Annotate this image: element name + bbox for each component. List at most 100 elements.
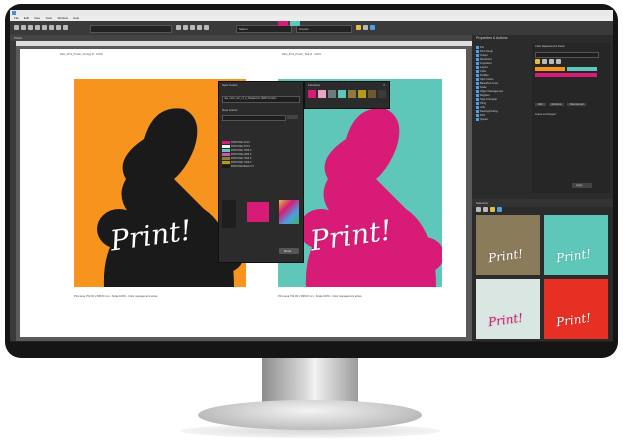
view-list-icon[interactable] [483,207,488,212]
folder-icon[interactable] [490,207,495,212]
print-icon[interactable] [35,25,40,30]
status-bar [10,341,613,342]
eyedropper-icon[interactable] [542,59,547,64]
apply-button[interactable]: Apply [572,183,592,188]
selection-thumbnails: Print! Print! Print! Print! [476,215,611,339]
rotate-icon[interactable] [176,25,181,30]
tree-item-label: Nesting/Cutting [480,109,498,113]
zoom-icon[interactable] [49,25,54,30]
open-icon[interactable] [21,25,26,30]
color-wheel-icon[interactable] [279,200,299,224]
thumbnail-1-text: Print! [487,246,524,266]
color-chip-teal [290,21,300,26]
add-color-button[interactable] [287,115,298,119]
properties-pane: Color Replacement Panel Add Remove Remov… [532,43,610,193]
toolbar: Saturn Uranus [10,21,613,35]
favorite-swatch-3[interactable] [338,90,346,98]
redo-icon[interactable] [63,25,68,30]
info-icon[interactable] [370,25,375,30]
properties-label: Color Replacement Panel [535,45,565,48]
tree-item-label: Queue [480,117,488,121]
add-button[interactable]: Add [535,103,546,106]
left-file-info: Rain_Print_Poster_Orange.tif · 100% [60,53,103,56]
tree-item-icon [476,117,479,121]
tree-item-icon [476,89,479,93]
thumbnail-2[interactable]: Print! [544,215,608,275]
done-button-label: Done [284,249,292,253]
favorite-swatch-5[interactable] [358,90,366,98]
doc-tab[interactable]: Print3 [14,36,22,40]
app-window: File Edit View Tools Window Help Saturn [10,10,613,342]
cmyk-sliders[interactable] [222,200,236,228]
remove-button[interactable]: Remove [548,103,565,106]
favorite-swatch-4[interactable] [348,90,356,98]
tree-item-label: Color [480,69,487,73]
save-icon[interactable] [28,25,33,30]
favorite-swatch-0[interactable] [308,90,316,98]
device-dropdown[interactable] [90,25,172,33]
favorites-popup: Favorites × [304,81,390,109]
queue-dropdown[interactable]: Saturn [236,25,292,33]
swatch-name: PANTONE 7465 C [231,148,252,152]
brush-icon[interactable] [549,59,554,64]
swatch-name: PANTONE Black 6 C [231,164,255,168]
favorites-swatches [308,90,386,98]
crop-icon[interactable] [197,25,202,30]
tree-item-icon [476,77,479,81]
swatch-name: PANTONE 7544 C [231,156,252,160]
fit-icon[interactable] [190,25,195,30]
thumbnail-1[interactable]: Print! [476,215,540,275]
swatch-5 [222,160,230,164]
tree-item-label: Bleed/Cut Lines [480,81,499,85]
printer-dropdown-value: Uranus [299,27,309,31]
printer-dropdown[interactable]: Uranus [296,25,352,33]
tree-item-icon [476,113,479,117]
color-chip-magenta [278,21,288,26]
grid-icon[interactable] [42,25,47,30]
tree-item-icon [476,73,479,77]
thumbnail-4-text: Print! [555,310,592,330]
highlight-icon[interactable] [356,25,361,30]
new-icon[interactable] [14,25,19,30]
mirror-icon[interactable] [183,25,188,30]
profile-dropdown[interactable]: rain_color_fan_v1_2_Shaded.icc [SIMT] Co… [222,96,300,103]
tree-item-icon [476,57,479,61]
tree-item-icon [476,105,479,109]
link-icon[interactable] [363,25,368,30]
view-grid-icon[interactable] [476,207,481,212]
color-icon[interactable] [204,25,209,30]
swatch-4 [222,156,230,160]
favorite-swatch-7[interactable] [378,90,386,98]
link-icon[interactable] [556,59,561,64]
picked-color-preview [247,202,269,222]
tree-item-icon [476,97,479,101]
undo-icon[interactable] [56,25,61,30]
properties-tree: Pos Print Setup Output Resolution Imposition… [476,45,528,121]
tree-item-icon [476,49,479,53]
palette-icon[interactable] [535,59,540,64]
new-color-name-input[interactable] [222,115,286,121]
refresh-icon[interactable] [497,207,502,212]
swatch-name: PANTONE 2925 C [231,152,252,156]
done-button[interactable]: Done [279,248,299,254]
tree-item-icon [476,61,479,65]
tree-item-label: Pos [480,45,485,49]
remove-all-button[interactable]: Remove all [567,103,587,106]
tree-item[interactable]: Queue [476,117,528,121]
tree-item-label: Spot Colors [480,77,494,81]
favorite-swatch-6[interactable] [368,90,376,98]
tree-item-label: Imposition [480,61,492,65]
replacement-dropdown[interactable] [535,52,599,58]
tree-item-label: Register [480,93,490,97]
favorite-swatch-2[interactable] [328,90,336,98]
swatch-name: PANTONE 375 C [231,144,251,148]
favorite-swatch-1[interactable] [318,90,326,98]
target-color-bar [567,67,597,71]
list-item[interactable]: PANTONE Black 6 C [222,164,298,168]
close-icon[interactable]: × [383,83,387,87]
right-file-info: Rain_Print_Poster_Teal.tif · 100% [282,53,321,56]
panel-buttons: Add Remove Remove all [535,103,587,106]
thumbnail-4[interactable]: Print! [544,279,608,339]
thumbnail-3[interactable]: Print! [476,279,540,339]
canvas-area: Rain_Print_Poster_Orange.tif · 100% Rain… [10,41,472,341]
